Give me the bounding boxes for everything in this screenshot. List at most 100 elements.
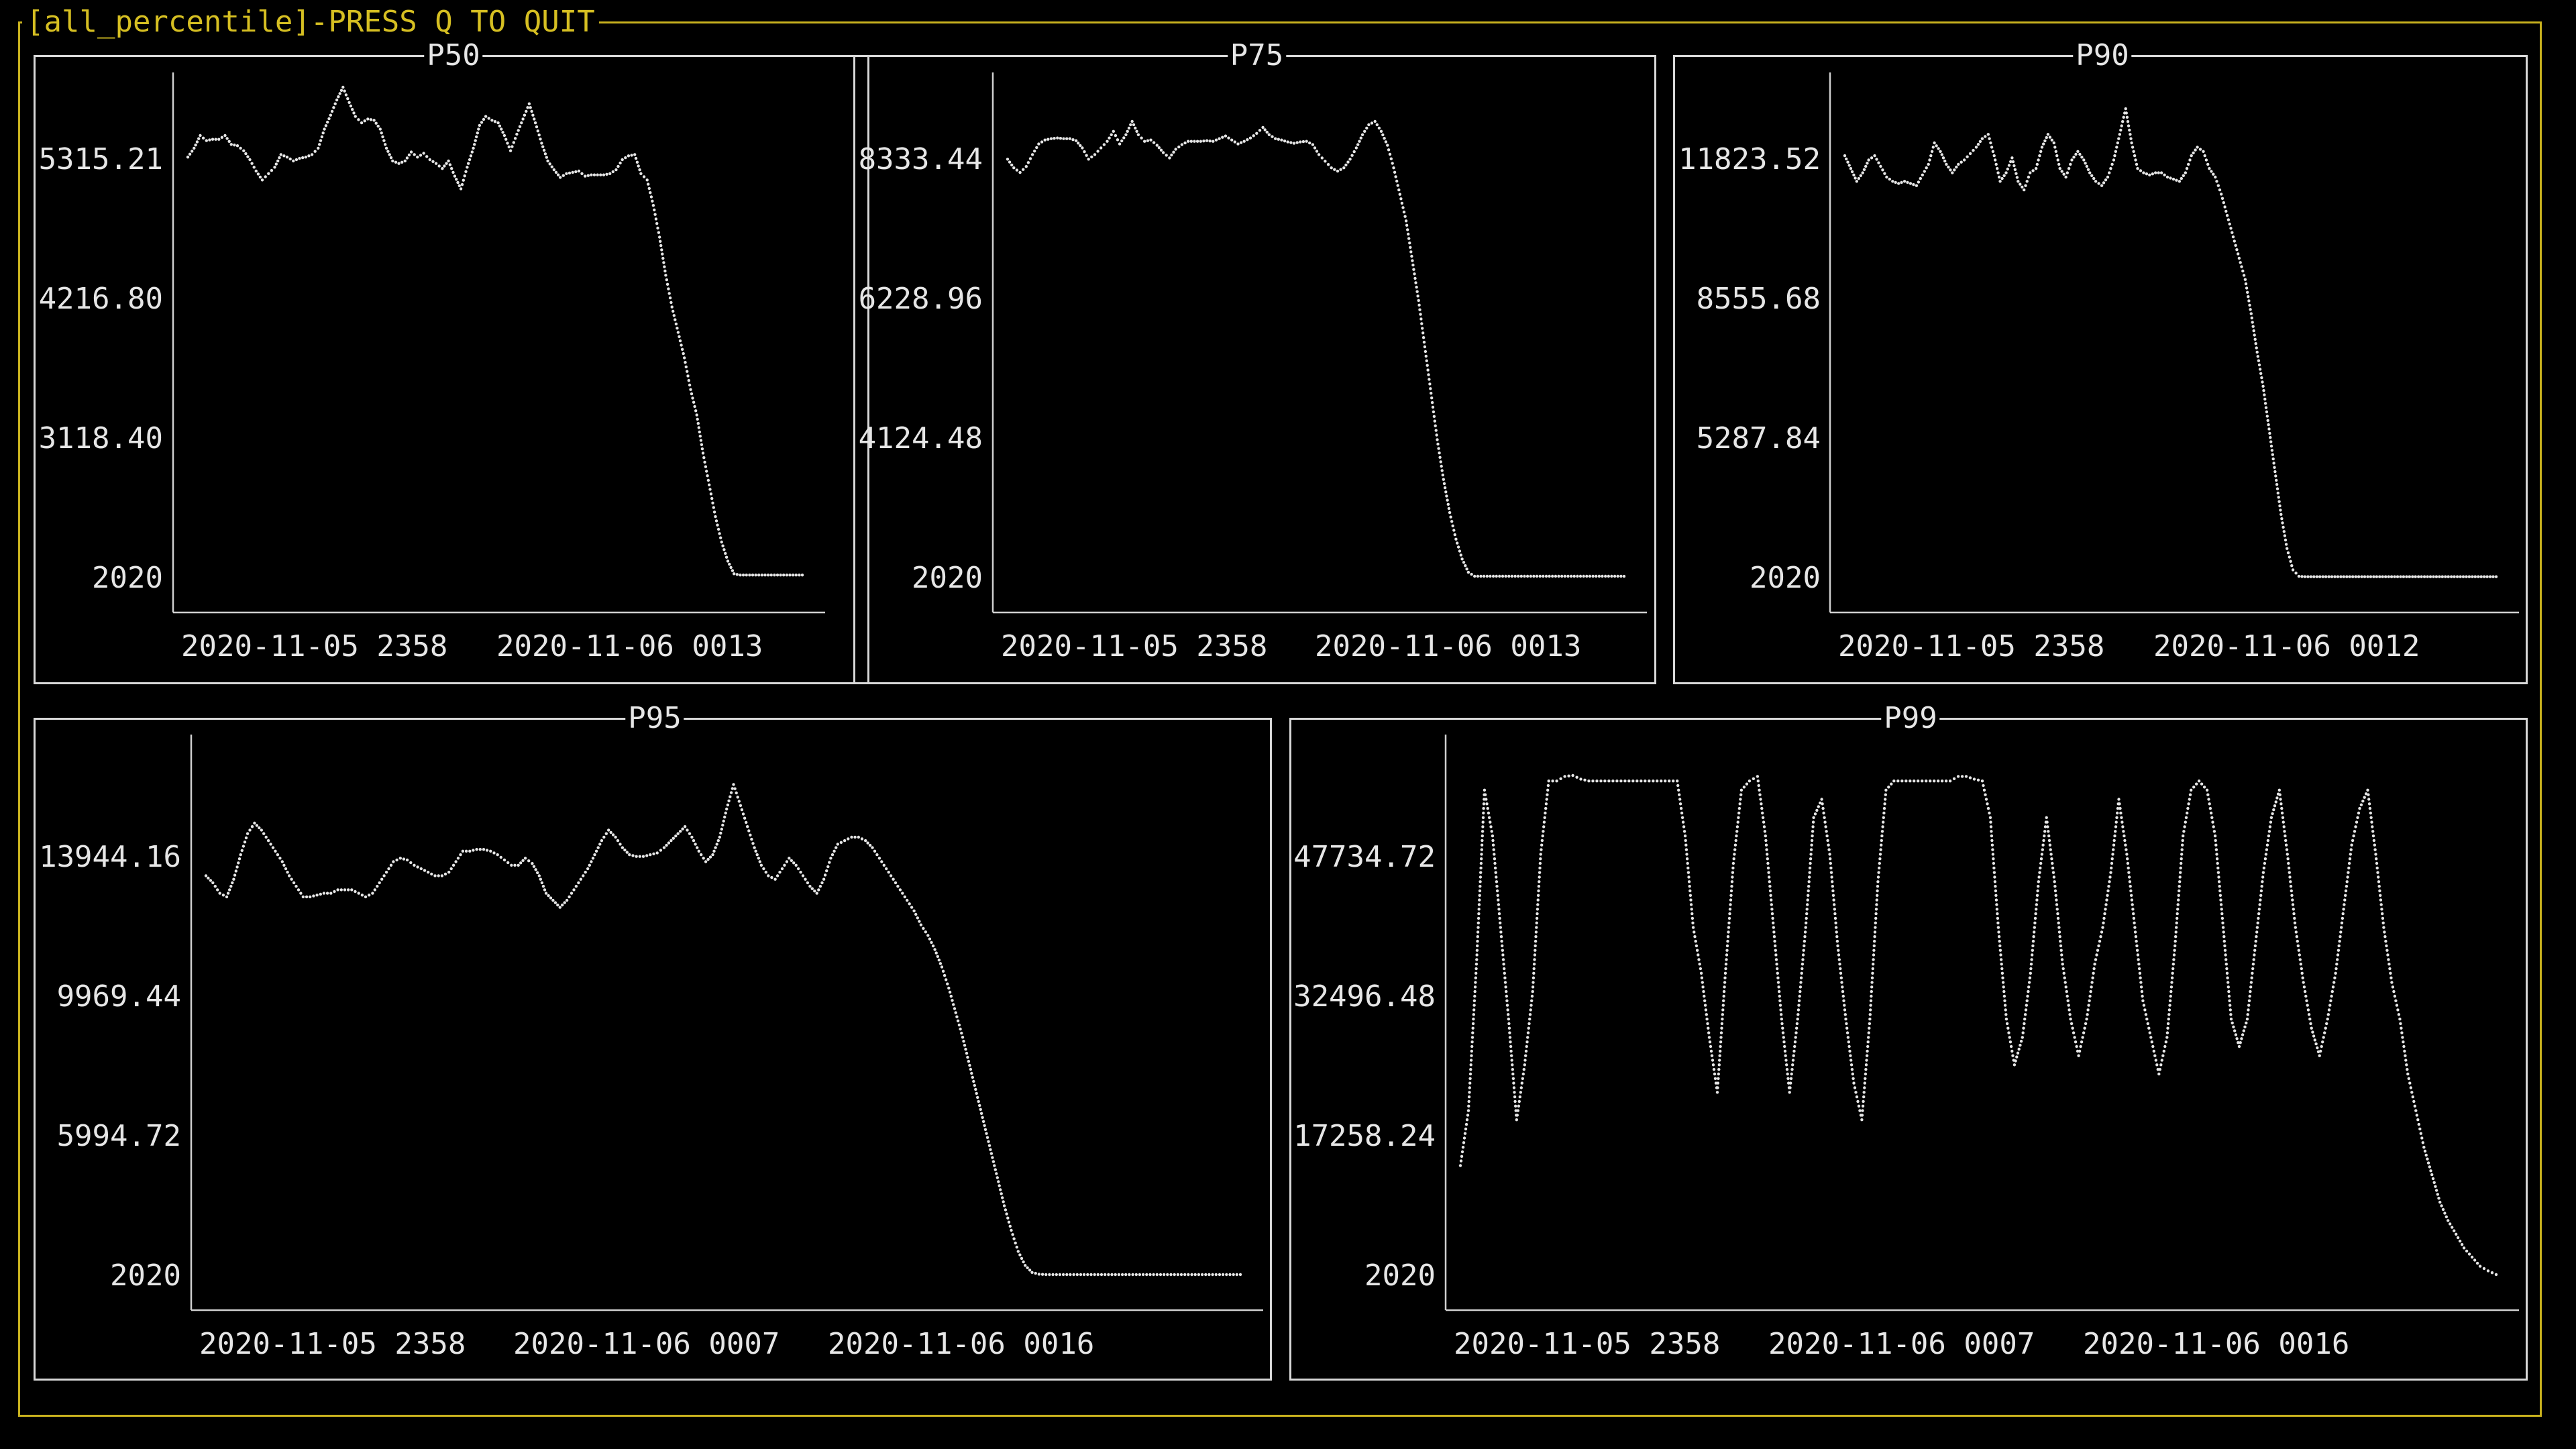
data-point	[2178, 885, 2181, 888]
y-tick-label: 2020	[1364, 1258, 1436, 1293]
data-point	[1919, 176, 1922, 180]
data-point	[600, 839, 604, 843]
data-point	[1224, 134, 1228, 138]
data-point	[956, 1019, 960, 1023]
data-point	[746, 825, 749, 828]
data-point	[1782, 1040, 1786, 1044]
data-point	[2381, 912, 2384, 916]
data-point	[815, 892, 818, 895]
data-point	[1757, 784, 1760, 788]
data-point	[2224, 958, 2228, 961]
data-point	[1448, 511, 1452, 515]
data-point	[936, 955, 940, 959]
data-point	[2263, 402, 2267, 405]
data-point	[1735, 830, 1739, 833]
y-tick-label: 4216.80	[39, 282, 163, 316]
data-point	[1725, 944, 1729, 948]
data-point	[1317, 153, 1321, 156]
data-point	[451, 863, 455, 867]
data-point	[489, 849, 492, 853]
data-point	[292, 881, 296, 885]
data-point	[577, 881, 580, 885]
data-point	[1805, 912, 1809, 916]
data-point	[1330, 166, 1333, 170]
data-point	[2301, 976, 2304, 979]
data-point	[868, 843, 872, 847]
data-point	[1680, 816, 1684, 820]
data-point	[2350, 843, 2353, 847]
data-point	[731, 787, 735, 790]
data-point	[2248, 994, 2251, 998]
data-point	[1799, 989, 1802, 994]
data-point	[1855, 1095, 1859, 1099]
data-point	[369, 118, 373, 121]
data-point	[1491, 843, 1495, 847]
data-point	[2176, 908, 2180, 911]
data-point	[510, 863, 513, 867]
data-point	[1725, 953, 1729, 957]
data-point	[1869, 1008, 1872, 1012]
data-point	[1732, 857, 1735, 861]
data-point	[653, 213, 657, 216]
data-point	[769, 574, 773, 577]
data-point	[694, 843, 697, 846]
data-point	[2278, 793, 2282, 796]
data-point	[2354, 825, 2357, 828]
data-point	[1685, 853, 1688, 856]
data-point	[611, 833, 615, 837]
data-point	[570, 892, 574, 895]
data-point	[394, 160, 398, 164]
data-point	[706, 478, 710, 482]
y-tick-label: 2020	[110, 1258, 181, 1293]
data-point	[2494, 575, 2498, 578]
data-point	[823, 873, 827, 877]
data-point	[1680, 811, 1684, 815]
data-point	[441, 167, 444, 170]
data-point	[1686, 861, 1689, 865]
data-point	[694, 409, 698, 413]
data-point	[2200, 782, 2204, 786]
data-point	[2007, 164, 2011, 167]
data-point	[1384, 140, 1388, 144]
data-point	[697, 426, 701, 429]
data-point	[1022, 1260, 1025, 1264]
data-point	[2132, 150, 2135, 153]
data-point	[1874, 908, 1878, 911]
data-point	[2057, 926, 2061, 929]
data-point	[1734, 839, 1737, 843]
data-point	[2110, 162, 2114, 166]
data-point	[1909, 182, 1913, 185]
data-point	[1436, 442, 1440, 446]
data-point	[2298, 958, 2302, 961]
data-point	[1811, 834, 1814, 838]
data-point	[561, 903, 564, 907]
data-point	[1040, 140, 1044, 144]
data-point	[1778, 994, 1781, 998]
data-point	[1955, 165, 1958, 169]
data-point	[1405, 223, 1409, 227]
y-tick-label: 4124.48	[859, 421, 983, 455]
data-point	[2327, 1008, 2331, 1012]
data-point	[755, 853, 759, 857]
data-point	[1739, 788, 1743, 792]
data-point	[2092, 971, 2095, 975]
data-point	[639, 172, 643, 175]
data-point	[1876, 885, 1880, 888]
data-point	[2429, 1169, 2432, 1173]
data-point	[2053, 885, 2057, 888]
data-point	[1499, 930, 1503, 934]
data-point	[1797, 999, 1801, 1003]
data-point	[2167, 1017, 2170, 1021]
data-point	[1367, 123, 1371, 127]
data-point	[413, 863, 416, 867]
data-point	[320, 135, 324, 139]
data-point	[1440, 469, 1444, 472]
data-point	[498, 124, 502, 127]
data-point	[1454, 537, 1458, 541]
data-point	[2024, 184, 2027, 187]
data-point	[1258, 129, 1262, 132]
data-point	[1022, 168, 1025, 171]
data-point	[1761, 811, 1764, 815]
data-point	[1769, 894, 1772, 898]
data-point	[1546, 784, 1550, 788]
